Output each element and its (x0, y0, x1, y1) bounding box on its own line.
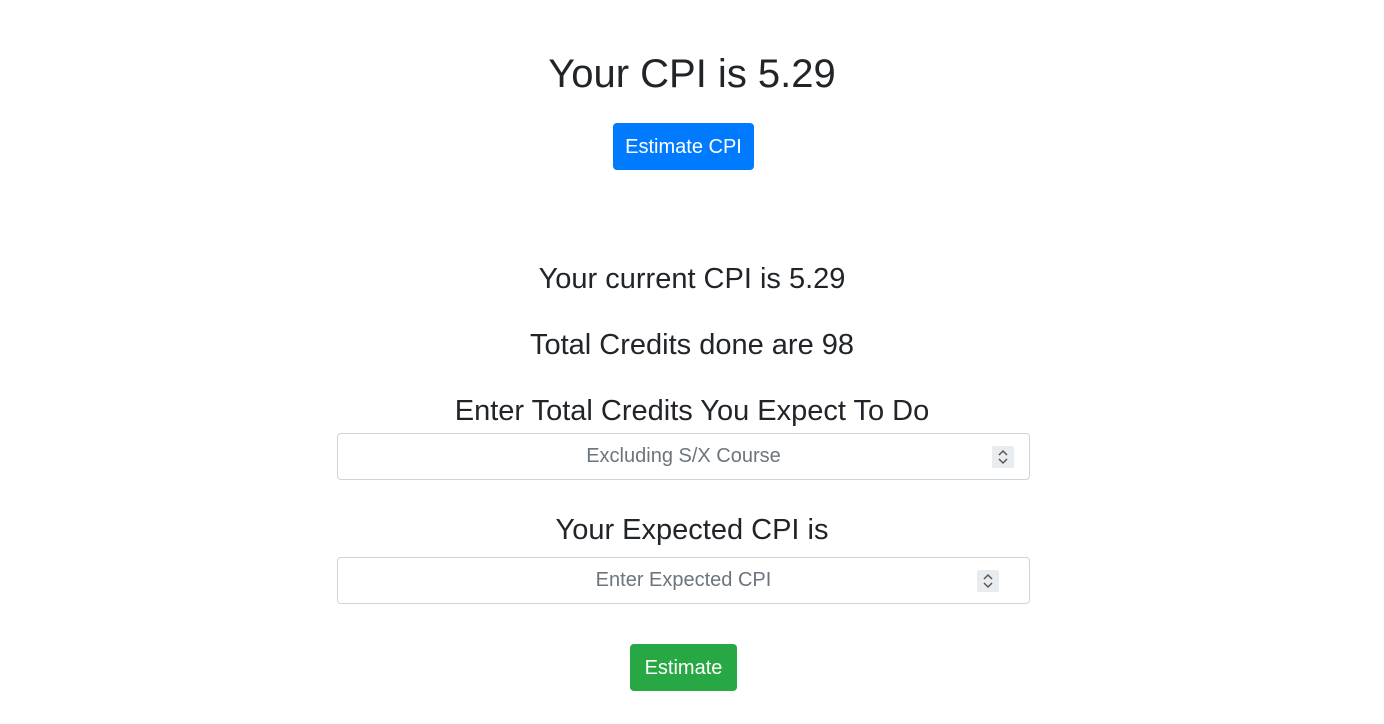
page: Your CPI is 5.29 Estimate CPI Your curre… (0, 0, 1384, 724)
expected-cpi-input[interactable] (338, 558, 1029, 603)
credits-done-text: Total Credits done are 98 (529, 329, 855, 361)
estimate-cpi-button[interactable]: Estimate CPI (613, 123, 754, 170)
spinner-arrows-icon[interactable] (977, 570, 999, 592)
total-credits-field[interactable] (337, 433, 1030, 480)
estimate-button[interactable]: Estimate (630, 644, 737, 691)
expected-cpi-label: Your Expected CPI is (555, 514, 829, 546)
total-credits-label: Enter Total Credits You Expect To Do (454, 395, 930, 427)
current-cpi-text: Your current CPI is 5.29 (538, 263, 846, 295)
page-title: Your CPI is 5.29 (548, 52, 836, 96)
expected-cpi-field[interactable] (337, 557, 1030, 604)
spinner-arrows-icon[interactable] (992, 446, 1014, 468)
total-credits-input[interactable] (338, 434, 1029, 479)
